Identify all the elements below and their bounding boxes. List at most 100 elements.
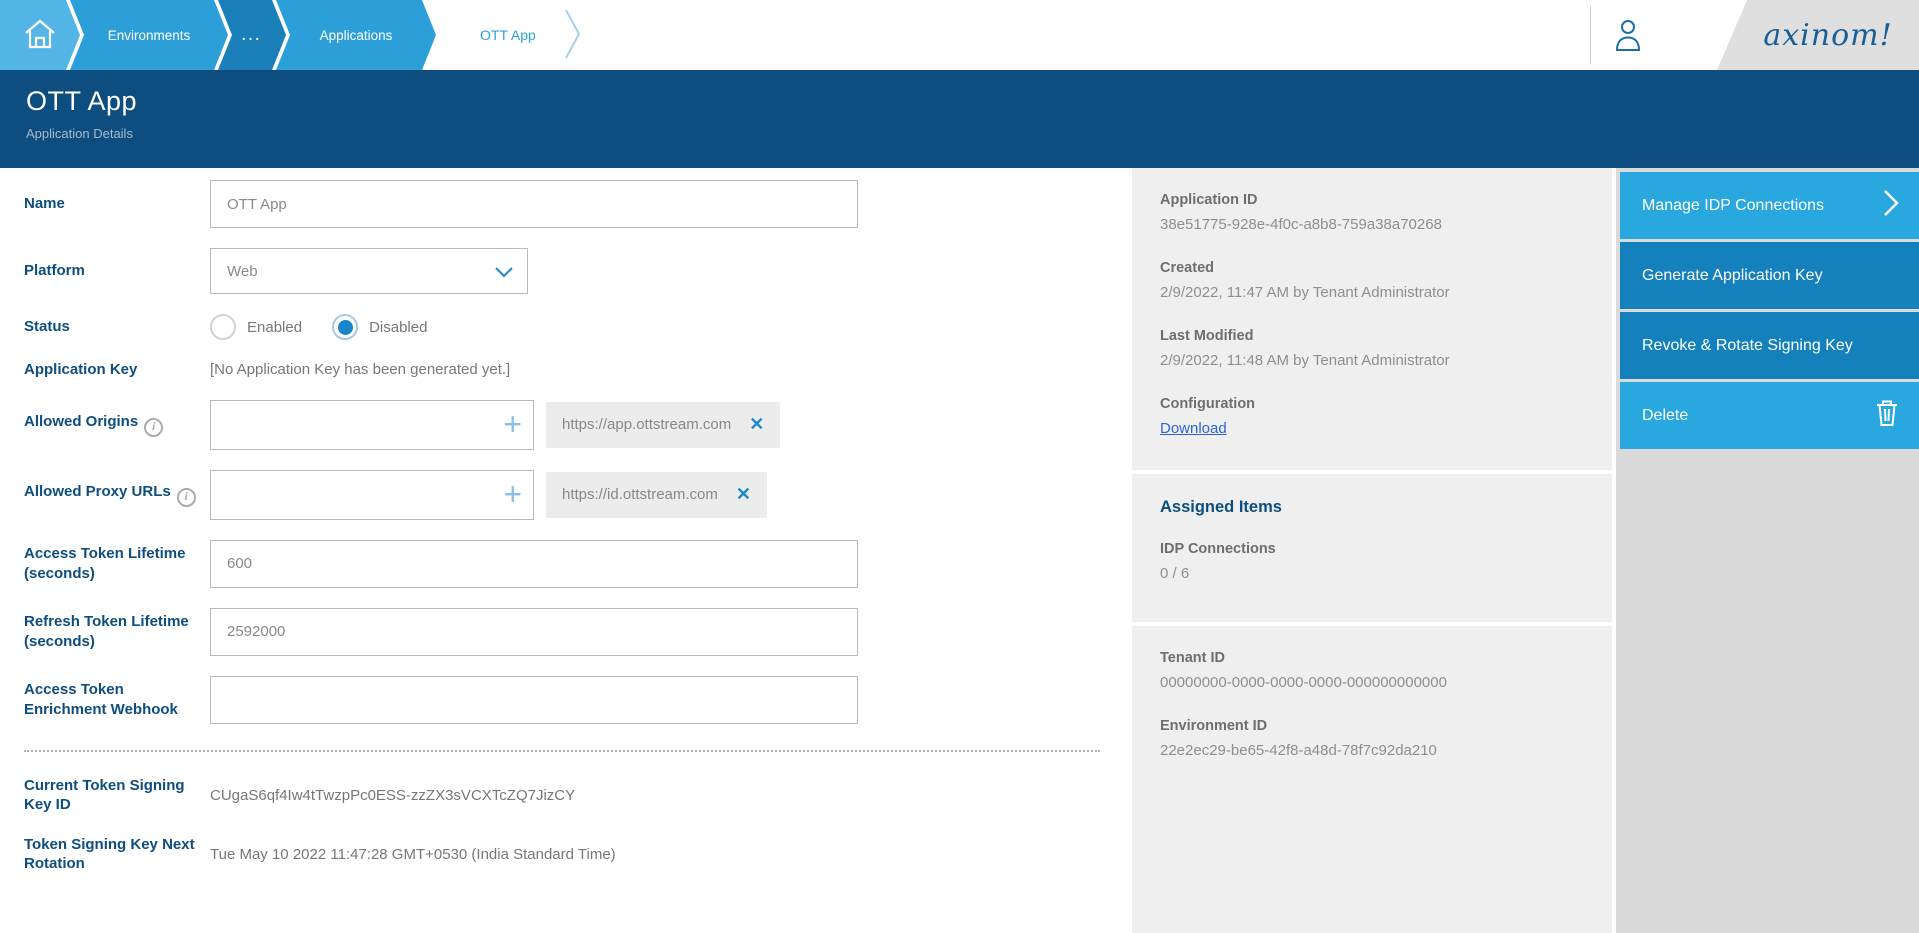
- info-icon[interactable]: i: [177, 488, 196, 507]
- breadcrumb-applications[interactable]: Applications: [276, 0, 436, 70]
- app-window: Environments ... Applications OTT App: [0, 0, 1919, 933]
- breadcrumb-current-page: OTT App: [426, 0, 608, 70]
- topbar-divider: [1590, 6, 1591, 64]
- form-row-access-token-lifetime: Access Token Lifetime (seconds): [24, 540, 1132, 588]
- form-row-webhook: Access Token Enrichment Webhook: [24, 676, 1132, 724]
- form-row-status: Status Enabled Disabled: [24, 314, 1132, 340]
- top-bar: Environments ... Applications OTT App: [0, 0, 1919, 70]
- configuration-group: Configuration Download: [1160, 396, 1584, 438]
- last-modified-value: 2/9/2022, 11:48 AM by Tenant Administrat…: [1160, 352, 1584, 369]
- add-origin-button[interactable]: +: [503, 405, 522, 443]
- info-icon[interactable]: i: [144, 418, 163, 437]
- signing-key-id-label: Current Token Signing Key ID: [24, 776, 210, 815]
- created-label: Created: [1160, 260, 1584, 276]
- chevron-separator-icon: [564, 6, 582, 65]
- breadcrumb-home[interactable]: [0, 0, 80, 70]
- name-input[interactable]: [210, 180, 858, 228]
- allowed-proxy-urls-label: Allowed Proxy URLsi: [24, 482, 210, 506]
- generate-application-key-button[interactable]: Generate Application Key: [1620, 242, 1919, 309]
- application-key-label: Application Key: [24, 360, 210, 380]
- trash-icon: [1875, 399, 1899, 432]
- form-row-allowed-proxy-urls: Allowed Proxy URLsi + https://id.ottstre…: [24, 470, 1132, 520]
- tenant-id-value: 00000000-0000-0000-0000-000000000000: [1160, 674, 1584, 691]
- application-id-group: Application ID 38e51775-928e-4f0c-a8b8-7…: [1160, 192, 1584, 233]
- info-section-assigned-items: Assigned Items IDP Connections 0 / 6: [1132, 474, 1612, 622]
- page-title: OTT App: [26, 86, 1919, 117]
- allowed-origins-input[interactable]: [210, 400, 534, 450]
- created-value: 2/9/2022, 11:47 AM by Tenant Administrat…: [1160, 284, 1584, 301]
- status-radio-group: Enabled Disabled: [210, 314, 457, 340]
- allowed-origins-input-wrap: +: [210, 400, 534, 450]
- next-rotation-label: Token Signing Key Next Rotation: [24, 835, 210, 874]
- delete-button[interactable]: Delete: [1620, 382, 1919, 449]
- next-rotation-value: Tue May 10 2022 11:47:28 GMT+0530 (India…: [210, 846, 616, 863]
- configuration-label: Configuration: [1160, 396, 1584, 412]
- platform-selected-value: Web: [227, 263, 258, 280]
- form-row-signing-key-id: Current Token Signing Key ID CUgaS6qf4Iw…: [24, 776, 1132, 815]
- status-disabled-radio[interactable]: [332, 314, 358, 340]
- name-label: Name: [24, 194, 210, 214]
- dotted-divider: [24, 750, 1100, 752]
- allowed-origins-label: Allowed Originsi: [24, 412, 210, 436]
- access-token-lifetime-input[interactable]: [210, 540, 858, 588]
- allowed-proxy-input-wrap: +: [210, 470, 534, 520]
- generate-application-key-label: Generate Application Key: [1642, 267, 1823, 285]
- form-row-application-key: Application Key [No Application Key has …: [24, 360, 1132, 380]
- breadcrumb-environments[interactable]: Environments: [70, 0, 228, 70]
- signing-key-id-value: CUgaS6qf4Iw4tTwzpPc0ESS-zzZX3sVCXTcZQ7Ji…: [210, 787, 575, 804]
- environment-id-label: Environment ID: [1160, 718, 1584, 734]
- user-icon: [1614, 39, 1642, 56]
- info-section-ids: Tenant ID 00000000-0000-0000-0000-000000…: [1132, 626, 1612, 933]
- refresh-token-lifetime-label: Refresh Token Lifetime (seconds): [24, 612, 210, 651]
- home-icon: [23, 18, 57, 53]
- info-panel: Application ID 38e51775-928e-4f0c-a8b8-7…: [1132, 168, 1612, 933]
- assigned-items-heading: Assigned Items: [1160, 498, 1584, 517]
- form-row-allowed-origins: Allowed Originsi + https://app.ottstream…: [24, 400, 1132, 450]
- chevron-down-icon: [495, 267, 513, 278]
- form-row-platform: Platform Web: [24, 248, 1132, 294]
- add-proxy-url-button[interactable]: +: [503, 475, 522, 513]
- revoke-rotate-signing-key-button[interactable]: Revoke & Rotate Signing Key: [1620, 312, 1919, 379]
- page-subtitle: Application Details: [26, 126, 1919, 141]
- webhook-input[interactable]: [210, 676, 858, 724]
- allowed-proxy-input[interactable]: [210, 470, 534, 520]
- form-row-refresh-token-lifetime: Refresh Token Lifetime (seconds): [24, 608, 1132, 656]
- action-panel: Manage IDP Connections Generate Applicat…: [1616, 168, 1919, 933]
- application-id-label: Application ID: [1160, 192, 1584, 208]
- platform-select[interactable]: Web: [210, 248, 528, 294]
- breadcrumb-ellipsis[interactable]: ...: [218, 0, 286, 70]
- webhook-label: Access Token Enrichment Webhook: [24, 680, 210, 719]
- status-enabled-label: Enabled: [247, 319, 302, 336]
- content-area: Name Platform Web Status Enabled: [0, 168, 1919, 933]
- page-header: OTT App Application Details: [0, 70, 1919, 168]
- status-disabled-label: Disabled: [369, 319, 427, 336]
- chevron-right-icon: [1883, 188, 1899, 223]
- remove-proxy-url-icon[interactable]: ✕: [736, 484, 751, 505]
- application-key-value: [No Application Key has been generated y…: [210, 361, 510, 378]
- user-account-button[interactable]: [1614, 18, 1642, 57]
- remove-origin-icon[interactable]: ✕: [749, 414, 764, 435]
- delete-label: Delete: [1642, 407, 1688, 425]
- breadcrumb-current-label: OTT App: [480, 27, 536, 43]
- axinom-logo: axinom!: [1717, 0, 1919, 70]
- manage-idp-connections-label: Manage IDP Connections: [1642, 197, 1824, 215]
- platform-label: Platform: [24, 261, 210, 281]
- download-link[interactable]: Download: [1160, 420, 1227, 437]
- revoke-rotate-signing-key-label: Revoke & Rotate Signing Key: [1642, 337, 1853, 355]
- created-group: Created 2/9/2022, 11:47 AM by Tenant Adm…: [1160, 260, 1584, 301]
- access-token-lifetime-label: Access Token Lifetime (seconds): [24, 544, 210, 583]
- form-row-name: Name: [24, 180, 1132, 228]
- refresh-token-lifetime-input[interactable]: [210, 608, 858, 656]
- environment-id-value: 22e2ec29-be65-42f8-a48d-78f7c92da210: [1160, 742, 1584, 759]
- application-details-form: Name Platform Web Status Enabled: [0, 168, 1132, 933]
- idp-connections-label: IDP Connections: [1160, 541, 1584, 557]
- proxy-url-chip: https://id.ottstream.com ✕: [546, 472, 767, 518]
- last-modified-group: Last Modified 2/9/2022, 11:48 AM by Tena…: [1160, 328, 1584, 369]
- tenant-id-label: Tenant ID: [1160, 650, 1584, 666]
- tenant-id-group: Tenant ID 00000000-0000-0000-0000-000000…: [1160, 650, 1584, 691]
- breadcrumb: Environments ... Applications OTT App: [0, 0, 608, 70]
- status-enabled-radio[interactable]: [210, 314, 236, 340]
- idp-connections-count: 0 / 6: [1160, 565, 1584, 582]
- manage-idp-connections-button[interactable]: Manage IDP Connections: [1620, 172, 1919, 239]
- proxy-url-chip-label: https://id.ottstream.com: [562, 486, 718, 503]
